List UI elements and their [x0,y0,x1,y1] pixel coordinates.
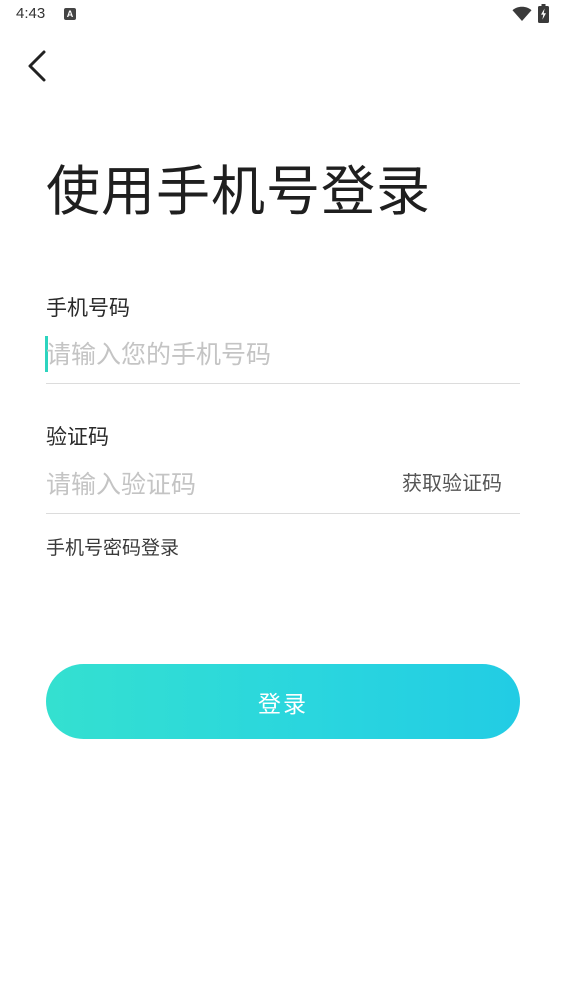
chevron-left-icon [28,50,46,82]
code-divider [46,513,520,514]
phone-number-label: 手机号码 [46,296,130,320]
battery-charging-icon [538,4,549,23]
status-bar: 4:43 A [0,0,566,30]
password-login-link[interactable]: 手机号密码登录 [46,534,179,562]
status-time: 4:43 [16,5,46,22]
verification-code-input[interactable] [46,466,376,502]
notification-a-icon: A [64,8,76,20]
page-title: 使用手机号登录 [46,160,431,223]
phone-divider [46,383,520,384]
get-verification-code-button[interactable]: 获取验证码 [402,469,502,497]
wifi-icon [512,6,532,21]
verification-code-label: 验证码 [46,425,109,449]
back-button[interactable] [22,46,58,86]
phone-number-input[interactable] [46,336,506,372]
login-button[interactable]: 登录 [46,664,520,739]
